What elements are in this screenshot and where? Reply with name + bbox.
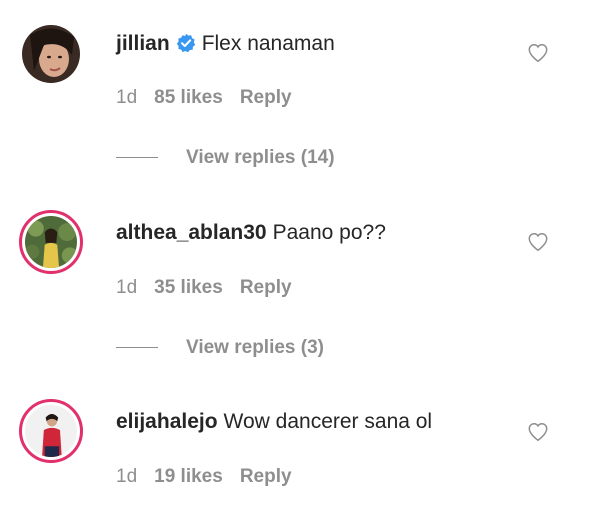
comment-content: elijahalejo Wow dancerer sana ol — [116, 409, 432, 435]
heart-outline-icon[interactable] — [527, 42, 549, 64]
verified-badge-icon — [176, 33, 195, 53]
heart-outline-icon[interactable] — [527, 231, 549, 253]
comment-meta: 1d 85 likes Reply — [116, 87, 309, 109]
heart-outline-icon[interactable] — [527, 421, 549, 443]
reply-button[interactable]: Reply — [240, 87, 292, 108]
avatar[interactable] — [22, 25, 80, 83]
like-count[interactable]: 85 likes — [154, 87, 223, 108]
avatar-image — [22, 25, 80, 83]
comment-time: 1d — [116, 466, 138, 487]
like-count[interactable]: 35 likes — [154, 277, 223, 298]
comment-username[interactable]: jillian — [116, 32, 170, 55]
comment-meta: 1d 35 likes Reply — [116, 277, 309, 299]
reply-button[interactable]: Reply — [240, 466, 292, 487]
comment-content: althea_ablan30 Paano po?? — [116, 220, 386, 246]
comment-username[interactable]: elijahalejo — [116, 410, 218, 433]
view-replies-button[interactable]: View replies (3) — [116, 337, 324, 359]
comment-text: Wow dancerer sana ol — [223, 410, 433, 433]
view-replies-button[interactable]: View replies (14) — [116, 147, 335, 169]
comment-text: Flex nanaman — [201, 32, 335, 55]
avatar[interactable] — [19, 399, 83, 463]
comment-time: 1d — [116, 87, 138, 108]
view-replies-label: View replies (14) — [186, 147, 335, 168]
reply-button[interactable]: Reply — [240, 277, 292, 298]
view-replies-label: View replies (3) — [186, 337, 324, 358]
comment-meta: 1d 19 likes Reply — [116, 466, 309, 488]
comment-content: jillian Flex nanaman — [116, 31, 335, 57]
avatar[interactable] — [19, 210, 83, 274]
comment-username[interactable]: althea_ablan30 — [116, 221, 267, 244]
replies-divider — [116, 347, 158, 349]
avatar-image — [25, 216, 77, 268]
replies-divider — [116, 157, 158, 159]
avatar-image — [25, 405, 77, 457]
comment-text: Paano po?? — [272, 221, 386, 244]
like-count[interactable]: 19 likes — [154, 466, 223, 487]
comment-time: 1d — [116, 277, 138, 298]
